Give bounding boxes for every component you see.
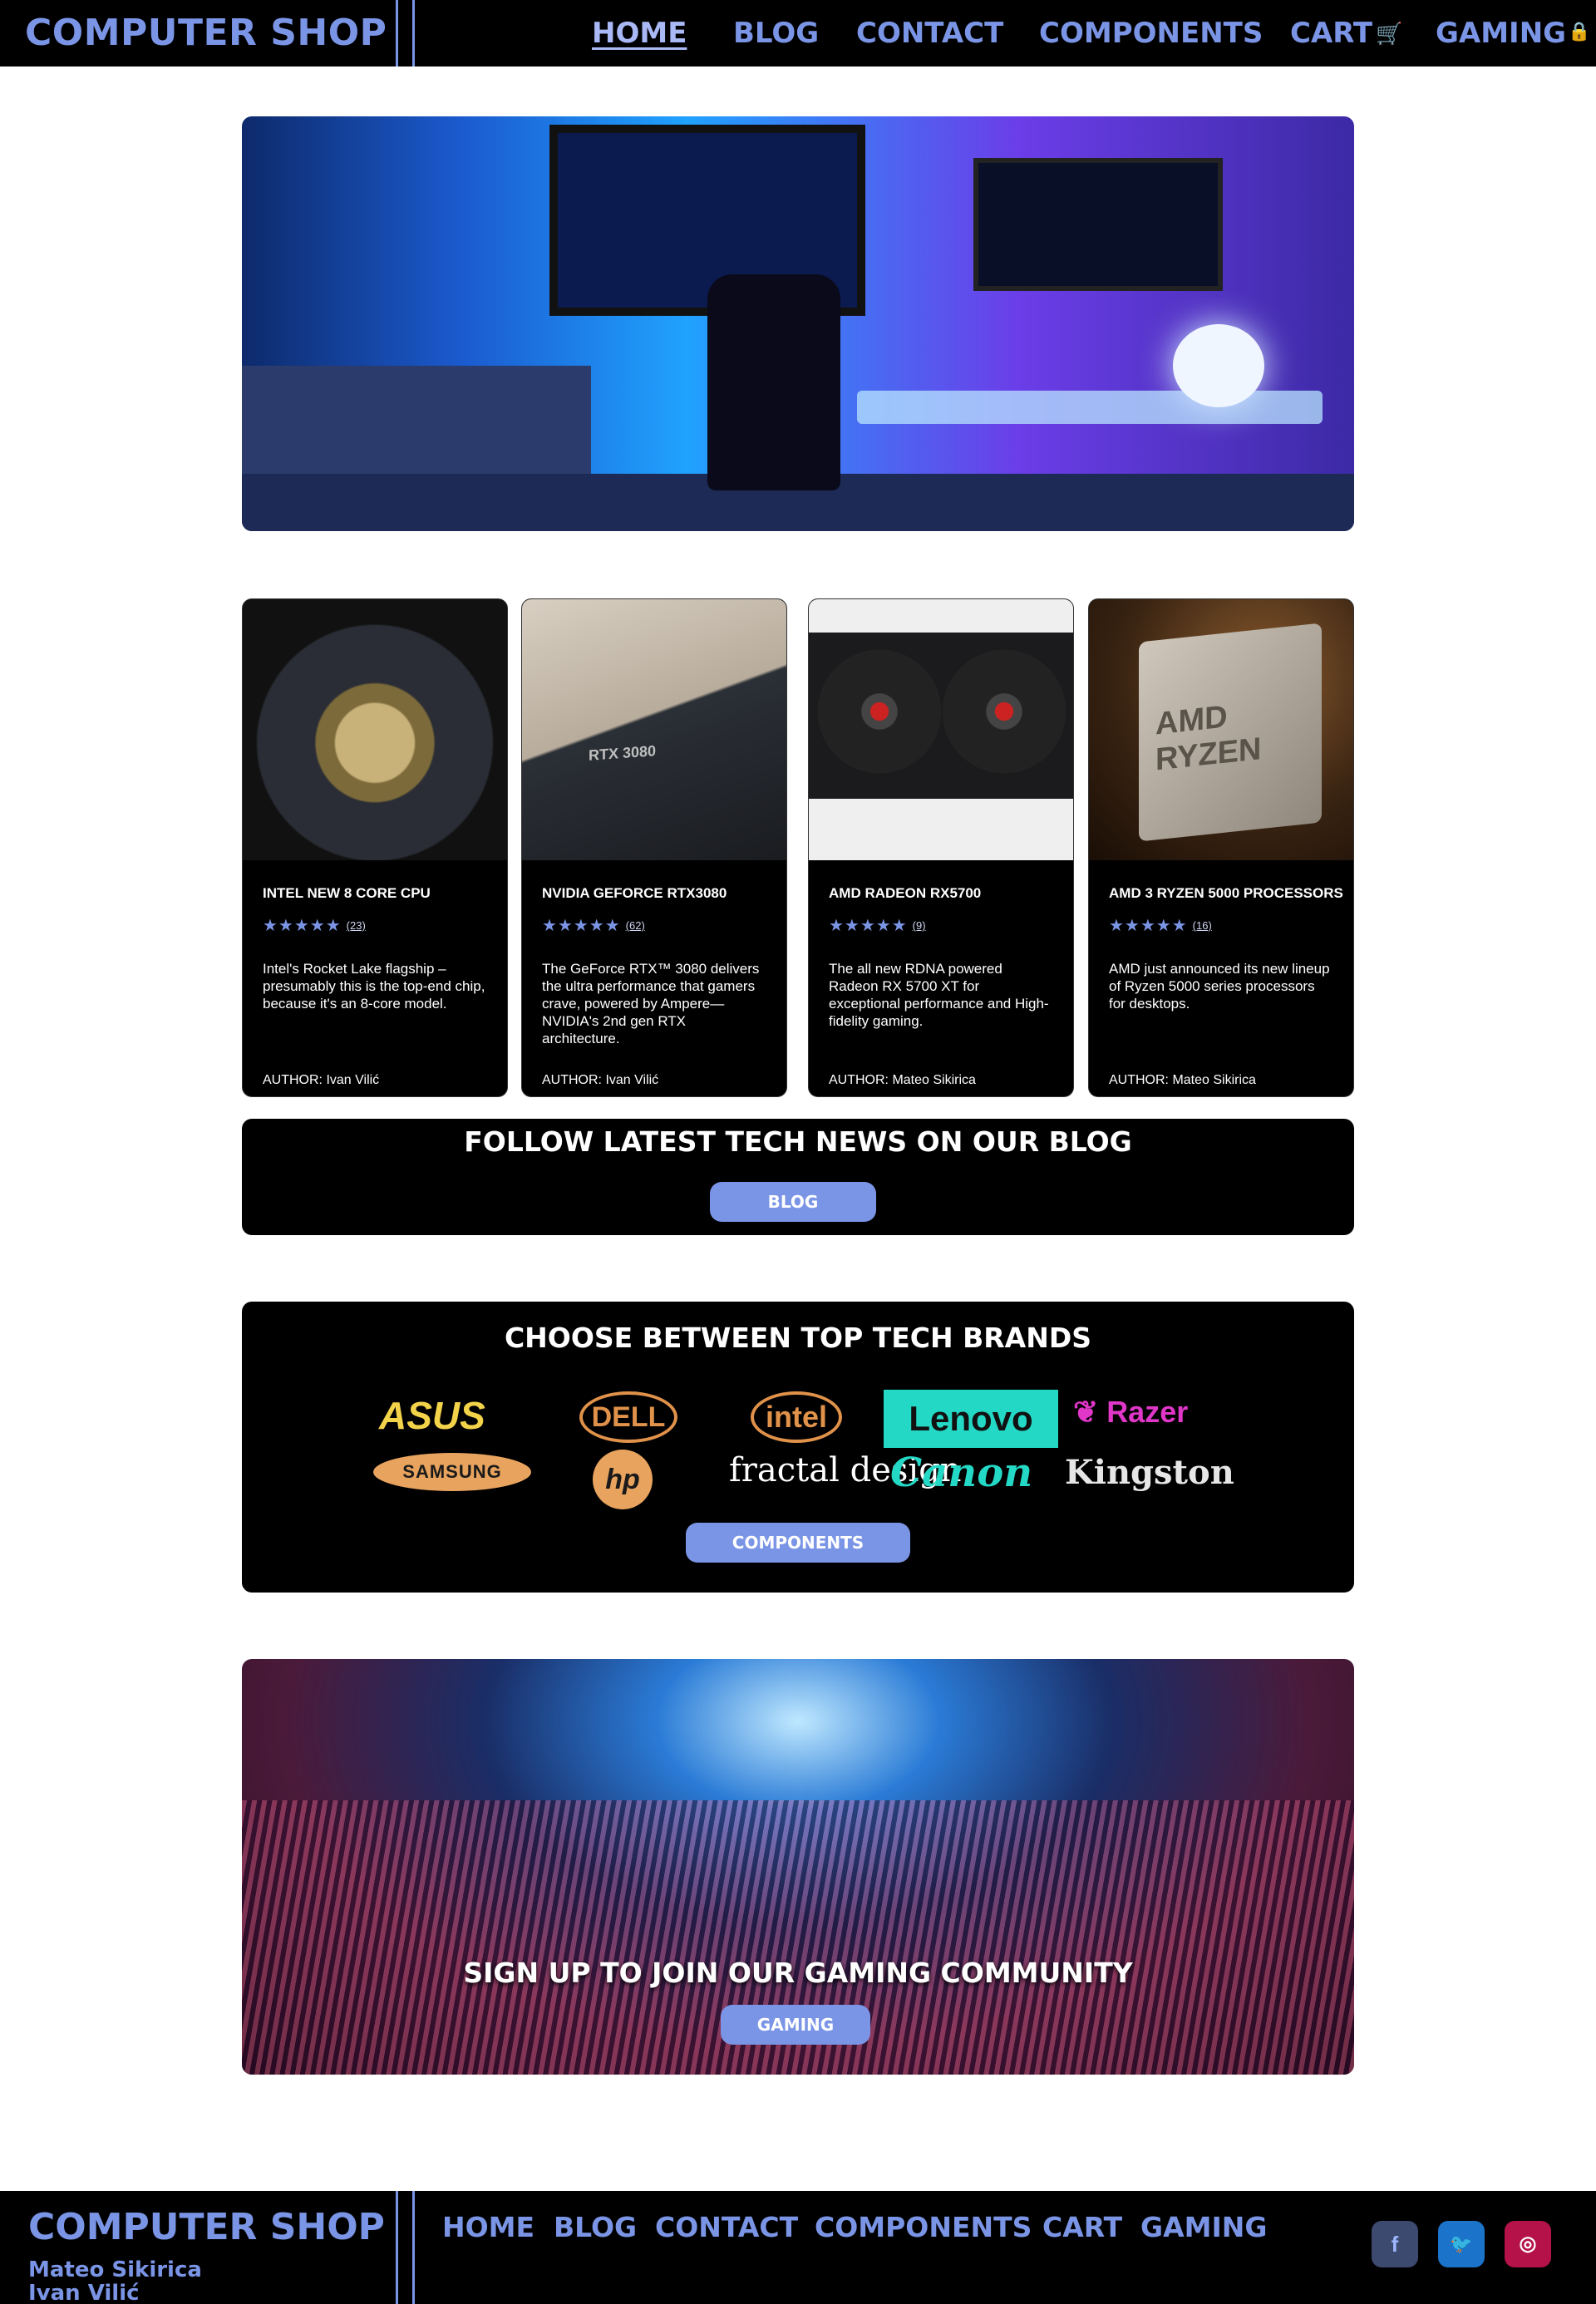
card-title: NVIDIA GEFORCE RTX3080 bbox=[542, 885, 727, 901]
instagram-icon[interactable]: ◎ bbox=[1505, 2221, 1551, 2267]
divider bbox=[396, 2191, 398, 2304]
brands-title: CHOOSE BETWEEN TOP TECH BRANDS bbox=[504, 1322, 1092, 1354]
nav-contact[interactable]: CONTACT bbox=[856, 17, 1003, 50]
review-count[interactable]: (23) bbox=[347, 919, 366, 932]
review-count[interactable]: (62) bbox=[626, 919, 645, 932]
facebook-icon[interactable]: f bbox=[1372, 2221, 1418, 2267]
nav-components[interactable]: COMPONENTS bbox=[1039, 17, 1263, 50]
blog-band-title: FOLLOW LATEST TECH NEWS ON OUR BLOG bbox=[464, 1125, 1132, 1158]
divider bbox=[412, 0, 415, 66]
card-title: INTEL NEW 8 CORE CPU bbox=[263, 885, 431, 901]
footer-author: Ivan Vilić bbox=[28, 2281, 140, 2304]
canon-logo[interactable]: Canon bbox=[890, 1450, 1032, 1496]
footer-author: Mateo Sikirica bbox=[28, 2257, 202, 2282]
footer-nav-components[interactable]: COMPONENTS bbox=[815, 2211, 1032, 2243]
razer-logo[interactable]: ❦ Razer bbox=[1073, 1395, 1188, 1430]
ryzen-image: AMD RYZEN bbox=[1089, 599, 1353, 860]
site-logo[interactable]: COMPUTER SHOP bbox=[25, 12, 387, 54]
gaming-title: SIGN UP TO JOIN OUR GAMING COMMUNITY bbox=[463, 1957, 1133, 1989]
divider bbox=[412, 2191, 415, 2304]
product-card[interactable]: INTEL NEW 8 CORE CPU ★★★★★ (23) Intel's R… bbox=[242, 598, 508, 1097]
footer-nav-gaming[interactable]: GAMING bbox=[1140, 2211, 1267, 2243]
card-author: AUTHOR: Ivan Vilić bbox=[263, 1073, 380, 1087]
components-button[interactable]: COMPONENTS bbox=[686, 1523, 910, 1563]
radeon-image bbox=[809, 599, 1073, 860]
footer-brand[interactable]: COMPUTER SHOP bbox=[28, 2206, 385, 2248]
razer-icon: ❦ bbox=[1073, 1395, 1099, 1429]
rating-stars: ★★★★★ (62) bbox=[542, 917, 645, 935]
review-count[interactable]: (16) bbox=[1193, 919, 1212, 932]
rating-stars: ★★★★★ (9) bbox=[829, 917, 926, 935]
cart-icon: 🛒 bbox=[1376, 22, 1403, 47]
nav-gaming[interactable]: GAMING🔒 bbox=[1436, 17, 1590, 50]
intel-logo[interactable]: intel bbox=[751, 1391, 842, 1443]
nav-blog[interactable]: BLOG bbox=[733, 17, 819, 50]
kingston-logo[interactable]: Kingston bbox=[1065, 1453, 1234, 1492]
twitter-icon[interactable]: 🐦 bbox=[1438, 2221, 1485, 2267]
product-card[interactable]: AMD RYZEN AMD 3 RYZEN 5000 PROCESSORS ★★… bbox=[1088, 598, 1354, 1097]
footer-nav-blog[interactable]: BLOG bbox=[554, 2211, 637, 2243]
footer-nav-cart[interactable]: CART bbox=[1042, 2211, 1122, 2243]
hero-tv bbox=[973, 158, 1223, 291]
hero-chair bbox=[707, 274, 840, 490]
blog-band: FOLLOW LATEST TECH NEWS ON OUR BLOG BLOG bbox=[242, 1119, 1354, 1235]
nav-cart[interactable]: CART 🛒 bbox=[1290, 17, 1403, 50]
card-title: AMD 3 RYZEN 5000 PROCESSORS bbox=[1109, 885, 1343, 901]
blog-button[interactable]: BLOG bbox=[710, 1182, 876, 1222]
ryzen-chip: AMD RYZEN bbox=[1139, 623, 1322, 842]
samsung-logo[interactable]: SAMSUNG bbox=[373, 1453, 531, 1491]
dell-logo[interactable]: DELL bbox=[579, 1391, 677, 1443]
fan-icon bbox=[817, 649, 942, 774]
esports-arena-image: SIGN UP TO JOIN OUR GAMING COMMUNITY GAM… bbox=[242, 1659, 1354, 2075]
fan-icon bbox=[942, 649, 1066, 774]
rating-stars: ★★★★★ (16) bbox=[1109, 917, 1212, 935]
card-description: The all new RDNA powered Radeon RX 5700 … bbox=[829, 961, 1049, 1029]
card-author: AUTHOR: Mateo Sikirica bbox=[1109, 1073, 1256, 1087]
brands-band: CHOOSE BETWEEN TOP TECH BRANDS ASUS DELL… bbox=[242, 1302, 1354, 1593]
nav-cart-label: CART bbox=[1290, 17, 1373, 50]
review-count[interactable]: (9) bbox=[913, 919, 926, 932]
card-description: Intel's Rocket Lake flagship – presumabl… bbox=[263, 961, 485, 1012]
card-author: AUTHOR: Mateo Sikirica bbox=[829, 1073, 976, 1087]
nav-gaming-label: GAMING bbox=[1436, 17, 1567, 50]
footer: COMPUTER SHOP Mateo Sikirica Ivan Vilić … bbox=[0, 2191, 1596, 2304]
asus-logo[interactable]: ASUS bbox=[379, 1393, 485, 1438]
hero-lamp bbox=[1173, 324, 1264, 407]
gaming-button[interactable]: GAMING bbox=[721, 2005, 870, 2045]
cpu-image bbox=[243, 599, 507, 860]
card-description: AMD just announced its new lineup of Ryz… bbox=[1109, 961, 1330, 1012]
ryzen-image-text: AMD RYZEN bbox=[1155, 699, 1262, 778]
product-card[interactable]: RTX 3080 NVIDIA GEFORCE RTX3080 ★★★★★ (62… bbox=[521, 598, 787, 1097]
product-card[interactable]: AMD RADEON RX5700 ★★★★★ (9) The all new R… bbox=[808, 598, 1074, 1097]
hero-desk bbox=[857, 391, 1323, 424]
footer-nav-home[interactable]: HOME bbox=[442, 2211, 534, 2243]
lenovo-logo[interactable]: Lenovo bbox=[884, 1390, 1058, 1448]
hero-image bbox=[242, 116, 1354, 531]
rating-stars: ★★★★★ (23) bbox=[263, 917, 366, 935]
card-title: AMD RADEON RX5700 bbox=[829, 885, 982, 901]
nav-home[interactable]: HOME bbox=[592, 17, 687, 50]
gpu-image-text: RTX 3080 bbox=[589, 742, 657, 764]
hp-logo[interactable]: hp bbox=[593, 1450, 653, 1509]
razer-logo-label: Razer bbox=[1106, 1395, 1189, 1429]
divider bbox=[396, 0, 398, 66]
lock-icon: 🔒 bbox=[1568, 22, 1591, 42]
card-author: AUTHOR: Ivan Vilić bbox=[542, 1073, 659, 1087]
top-navbar: COMPUTER SHOP HOME BLOG CONTACT COMPONEN… bbox=[0, 0, 1596, 66]
gpu-image: RTX 3080 bbox=[522, 599, 786, 860]
footer-nav-contact[interactable]: CONTACT bbox=[655, 2211, 798, 2243]
card-description: The GeForce RTX™ 3080 delivers the ultra… bbox=[542, 961, 760, 1046]
